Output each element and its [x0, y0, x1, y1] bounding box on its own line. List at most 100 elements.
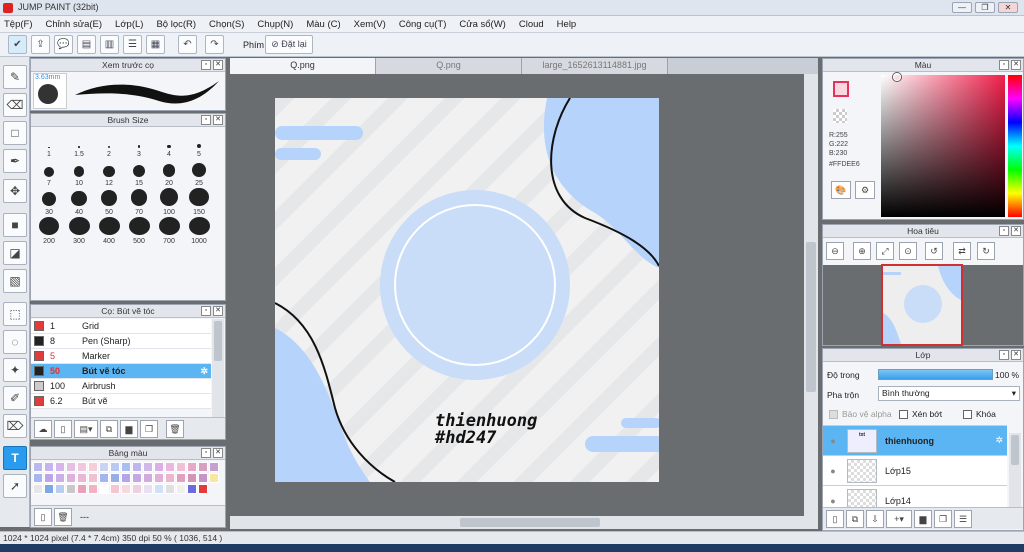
restore-button[interactable]: ❐ — [975, 2, 995, 13]
tab-large-jpg[interactable]: large_1652613114881.jpg — [522, 58, 668, 74]
palette-swatch[interactable] — [110, 462, 120, 472]
menu-select[interactable]: Chọn(S) — [209, 19, 244, 30]
move-tool-icon[interactable]: ✥ — [3, 179, 27, 203]
merge-layer-icon[interactable]: ⇩ — [866, 509, 884, 528]
document-icon[interactable]: ▥ — [100, 35, 119, 54]
list-item[interactable]: 100 Airbrush — [31, 379, 211, 394]
palette-swatch[interactable] — [110, 473, 120, 483]
palette-swatch[interactable] — [165, 462, 175, 472]
palette-swatch[interactable] — [66, 462, 76, 472]
duplicate-icon[interactable]: ❐ — [934, 509, 952, 528]
palette-swatch[interactable] — [198, 473, 208, 483]
palette-swatch[interactable] — [176, 473, 186, 483]
select-pen-icon[interactable]: ✐ — [3, 386, 27, 410]
list-item[interactable]: 50 Bút vẽ tóc ✲ — [31, 364, 211, 379]
brush-size-option[interactable]: 700 — [154, 217, 184, 246]
close-icon[interactable]: ✕ — [213, 60, 223, 70]
vertical-scrollbar[interactable] — [804, 74, 818, 516]
export-icon[interactable]: ⇪ — [31, 35, 50, 54]
layer-row[interactable]: ● Lớp14 — [823, 486, 1007, 509]
list-item[interactable]: 6.2 Bút vẽ — [31, 394, 211, 409]
rotate-left-icon[interactable]: ↺ — [925, 242, 943, 260]
rect-tool-icon[interactable]: □ — [3, 121, 27, 145]
palette-swatch[interactable] — [66, 473, 76, 483]
trash-icon[interactable]: 🗑 — [166, 419, 184, 438]
palette-swatch[interactable] — [77, 462, 87, 472]
opacity-slider[interactable] — [878, 369, 993, 380]
lasso-select-icon[interactable]: ◌ — [3, 330, 27, 354]
gradient-tool-icon[interactable]: ▧ — [3, 269, 27, 293]
palette-swatch[interactable] — [132, 473, 142, 483]
canvas-viewport[interactable]: thienhuong #hd247 — [230, 74, 804, 516]
palette-swatch[interactable] — [44, 484, 54, 494]
palette-swatch[interactable] — [187, 462, 197, 472]
close-icon[interactable]: ✕ — [213, 306, 223, 316]
palette-swatch[interactable] — [88, 462, 98, 472]
list-item[interactable]: 8 Pen (Sharp) — [31, 334, 211, 349]
palette-swatch[interactable] — [55, 473, 65, 483]
brush-size-option[interactable]: 1000 — [184, 217, 214, 246]
palette-swatch[interactable] — [187, 473, 197, 483]
brush-size-option[interactable]: 15 — [124, 159, 154, 188]
palette-swatch[interactable] — [110, 484, 120, 494]
palette-swatch[interactable] — [143, 484, 153, 494]
tab-q-png[interactable]: Q.png — [230, 58, 376, 74]
brush-size-option[interactable]: 2 — [94, 130, 124, 159]
folder-icon[interactable]: ▆ — [120, 419, 138, 438]
eraser-tool-icon[interactable]: ⌫ — [3, 93, 27, 117]
menu-tools[interactable]: Công cụ(T) — [399, 19, 447, 30]
visibility-icon[interactable]: ● — [823, 436, 843, 446]
brush-size-option[interactable]: 500 — [124, 217, 154, 246]
palette-swatch[interactable] — [154, 484, 164, 494]
close-button[interactable]: ✕ — [998, 2, 1018, 13]
brush-size-option[interactable]: 50 — [94, 188, 124, 217]
magic-wand-icon[interactable]: ✦ — [3, 358, 27, 382]
settings-gear-icon[interactable]: ✲ — [200, 366, 208, 377]
redo-icon[interactable]: ↷ — [205, 35, 224, 54]
fit-icon[interactable]: ⤢ — [876, 242, 894, 260]
palette-swatch[interactable] — [33, 462, 43, 472]
palette-swatch[interactable] — [154, 462, 164, 472]
palette-swatch[interactable] — [99, 473, 109, 483]
layer-row[interactable]: ● txt thienhuong ✲ — [823, 426, 1007, 456]
horizontal-scrollbar[interactable] — [230, 516, 818, 529]
menu-edit[interactable]: Chỉnh sửa(E) — [46, 19, 103, 30]
palette-swatch[interactable] — [44, 462, 54, 472]
palette-swatch[interactable] — [132, 462, 142, 472]
brush-size-option[interactable]: 100 — [154, 188, 184, 217]
brush-size-option[interactable]: 20 — [154, 159, 184, 188]
brush-size-option[interactable]: 1.5 — [64, 130, 94, 159]
folder-icon[interactable]: ▆ — [914, 509, 932, 528]
close-icon[interactable]: ✕ — [213, 448, 223, 458]
brush-size-option[interactable]: 150 — [184, 188, 214, 217]
duplicate-icon[interactable]: ❐ — [140, 419, 158, 438]
brush-size-option[interactable]: 400 — [94, 217, 124, 246]
brush-size-option[interactable]: 12 — [94, 159, 124, 188]
palette-swatch[interactable] — [176, 462, 186, 472]
comment-icon[interactable]: 💬 — [54, 35, 73, 54]
brush-size-option[interactable]: 70 — [124, 188, 154, 217]
close-icon[interactable]: ✕ — [213, 115, 223, 125]
menu-file[interactable]: Tệp(F) — [4, 19, 33, 30]
palette-swatch[interactable] — [88, 473, 98, 483]
menu-cloud[interactable]: Cloud — [519, 19, 544, 30]
palette-swatches[interactable] — [33, 462, 219, 496]
palette-swatch[interactable] — [143, 462, 153, 472]
pen-tool-icon[interactable]: ✒ — [3, 149, 27, 173]
pointer-tool-icon[interactable]: ➚ — [3, 474, 27, 498]
palette-swatch[interactable] — [77, 473, 87, 483]
transparent-swatch[interactable] — [833, 109, 847, 123]
settings-gear-icon[interactable]: ✲ — [995, 435, 1003, 446]
float-icon[interactable]: ▫ — [999, 226, 1009, 236]
float-icon[interactable]: ▫ — [201, 306, 211, 316]
brush-size-option[interactable]: 25 — [184, 159, 214, 188]
close-icon[interactable]: ✕ — [1011, 226, 1021, 236]
message-icon[interactable]: ▤ — [77, 35, 96, 54]
cloud-icon[interactable]: ☁ — [34, 419, 52, 438]
palette-swatch[interactable] — [198, 484, 208, 494]
brush-size-option[interactable]: 5 — [184, 130, 214, 159]
menu-window[interactable]: Cửa sổ(W) — [459, 19, 505, 30]
brush-size-option[interactable]: 7 — [34, 159, 64, 188]
brush-size-option[interactable]: 10 — [64, 159, 94, 188]
palette-swatch[interactable] — [55, 484, 65, 494]
